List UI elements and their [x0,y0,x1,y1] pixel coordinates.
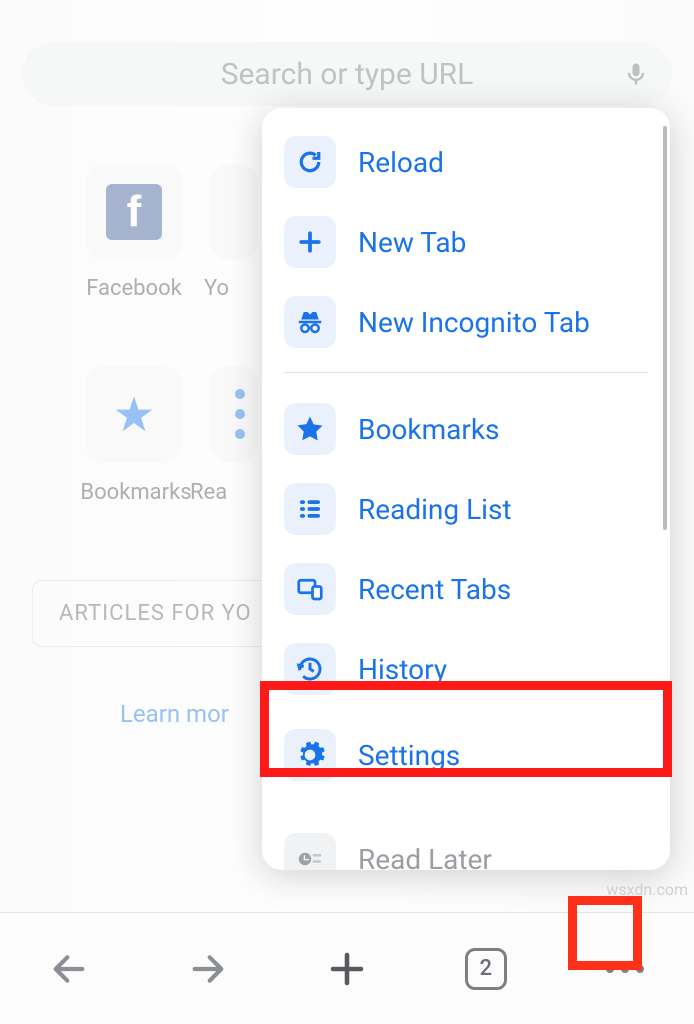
tabs-icon: 2 [465,948,507,990]
shortcut-youtube-partial[interactable] [210,164,258,260]
shortcut-label-partial: Yo [204,276,229,301]
shortcut-bookmarks[interactable]: ★ [86,366,182,462]
plus-icon [284,216,336,268]
menu-item-incognito[interactable]: New Incognito Tab [262,282,670,362]
menu-item-label: New Incognito Tab [358,306,590,339]
menu-item-bookmarks[interactable]: Bookmarks [262,389,670,469]
menu-scrollbar[interactable] [663,126,667,530]
menu-item-label: Reload [358,146,444,179]
microphone-icon[interactable] [622,60,650,88]
devices-icon [284,563,336,615]
menu-item-recent-tabs[interactable]: Recent Tabs [262,549,670,629]
learn-more-link[interactable]: Learn mor [120,700,229,728]
annotation-highlight-more [568,896,642,970]
menu-divider [284,372,648,373]
menu-item-label: New Tab [358,226,466,259]
menu-item-reload[interactable]: Reload [262,122,670,202]
menu-item-new-tab[interactable]: New Tab [262,202,670,282]
facebook-icon: f [106,184,162,240]
reload-icon [284,136,336,188]
menu-item-reading-list[interactable]: Reading List [262,469,670,549]
annotation-highlight-settings [260,681,672,777]
search-input[interactable]: Search or type URL [22,42,672,106]
tabs-button[interactable]: 2 [458,941,514,997]
new-tab-button[interactable] [319,941,375,997]
watermark-text: wsxdn.com [606,880,688,899]
read-later-icon [284,833,336,870]
incognito-icon [284,296,336,348]
shortcut-label: Facebook [62,276,206,301]
shortcut-facebook[interactable]: f [86,164,182,260]
forward-button[interactable] [180,941,236,997]
shortcut-label-partial: Rea [190,480,227,505]
menu-item-label: Reading List [358,493,512,526]
menu-item-label: Read Later [358,843,492,871]
articles-for-you-header[interactable]: ARTICLES FOR YO [32,580,279,647]
menu-item-read-later[interactable]: Read Later [262,819,670,870]
shortcut-readinglist-partial[interactable] [210,366,258,462]
back-button[interactable] [41,941,97,997]
menu-item-label: Recent Tabs [358,573,511,606]
star-icon [284,403,336,455]
star-icon: ★ [112,386,155,443]
list-icon [284,483,336,535]
menu-item-label: Bookmarks [358,413,500,446]
list-icon [235,389,245,439]
search-placeholder: Search or type URL [221,57,474,92]
